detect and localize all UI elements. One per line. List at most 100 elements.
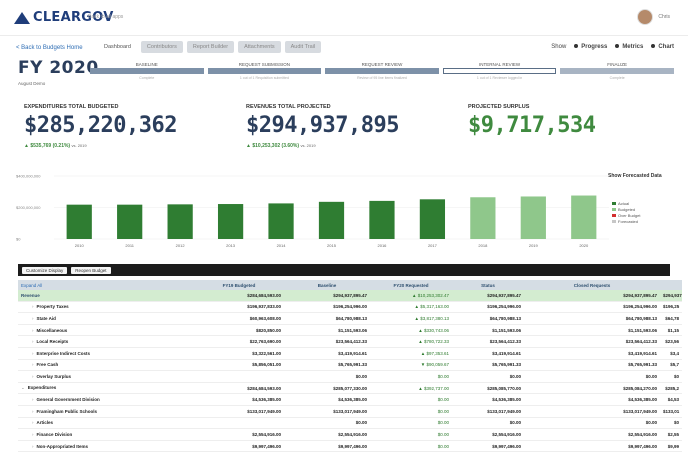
table-row[interactable]: Free Cash $5,856,051.00 $5,765,991.33 ▼ $90… (18, 360, 682, 372)
show-metrics-toggle[interactable]: Metrics (615, 44, 643, 50)
cell-fy20-requested: $294,937,895.47 (487, 292, 521, 298)
table-row[interactable]: Overlay Surplus $0.00 $0.00 $0.00 $0.00 $0 (18, 371, 682, 383)
table-row[interactable]: Framingham Public Schools $133,017,949.00… (18, 406, 682, 418)
cell-fy19-budgeted: $284,684,593.00 (247, 292, 281, 298)
bar-2014[interactable] (268, 203, 294, 239)
kpi-expenditures-delta: ▲ $535,769 (0.21%) vs. 2019 (24, 143, 87, 149)
bar-2019[interactable] (520, 196, 546, 239)
x-tick-label: 2015 (327, 243, 337, 248)
cell-baseline-change: ▼ $90,059.67 (420, 362, 449, 368)
cell-extra: $0 (673, 373, 679, 379)
x-tick-label: 2020 (579, 243, 589, 248)
bar-2011[interactable] (117, 204, 143, 239)
cell-fy20-requested: $9,997,496.00 (492, 443, 521, 449)
cell-fy20-requested: $1,151,593.06 (492, 327, 521, 333)
bar-2012[interactable] (167, 204, 193, 239)
col-closed-requests[interactable]: Closed Requests (524, 283, 660, 288)
stage-finalize[interactable]: FINALIZE Complete (560, 62, 674, 80)
row-label: Overlay Surplus (18, 374, 194, 379)
y-tick-label: $400,000,000 (16, 174, 41, 179)
table-row[interactable]: Finance Division $2,554,916.00 $2,554,916.… (18, 429, 682, 441)
back-to-budgets-link[interactable]: < Back to Budgets Home (16, 45, 83, 51)
bar-2018[interactable] (470, 197, 496, 239)
show-chart-toggle[interactable]: Chart (651, 44, 674, 50)
cell-baseline: $196,254,996.00 (333, 304, 367, 310)
bar-2016[interactable] (369, 200, 395, 239)
cell-baseline-change: $0.00 (437, 373, 449, 379)
cell-extra: $4,53 (667, 397, 679, 403)
bar-2015[interactable] (318, 201, 345, 239)
cell-fy20-requested: $64,780,988.13 (489, 315, 521, 321)
cell-baseline: $9,997,496.00 (338, 443, 367, 449)
table-row[interactable]: Enterprise Indirect Costs $3,322,561.00 $3… (18, 348, 682, 360)
cell-extra: $5,7 (670, 362, 679, 368)
table-row[interactable]: Expenditures $284,684,593.00 $285,077,330.… (18, 383, 682, 395)
cell-fy19-budgeted: $5,856,051.00 (252, 362, 281, 368)
cell-fy19-budgeted: $60,963,608.00 (249, 315, 281, 321)
bar-2017[interactable] (419, 199, 446, 239)
back-to-apps-link[interactable]: Back to all apps (88, 14, 123, 20)
cell-closed-requests: $4,536,385.00 (628, 397, 657, 403)
cell-fy20-requested: $196,254,996.00 (487, 304, 521, 310)
cell-fy20-requested: $23,564,412.33 (489, 339, 521, 345)
cell-fy20-requested: $2,554,916.00 (492, 431, 521, 437)
x-tick-label: 2018 (478, 243, 488, 248)
tab-attachments[interactable]: Attachments (238, 41, 281, 53)
x-tick-label: 2016 (378, 243, 388, 248)
cell-baseline-change: $0.00 (437, 431, 449, 437)
stage-request-review[interactable]: REQUEST REVIEW Review of 95 line items f… (325, 62, 439, 80)
table-row[interactable]: Revenue $284,684,593.00 $294,937,895.47 ▲ $… (18, 290, 682, 302)
row-label: Property Taxes (18, 304, 194, 309)
row-label: State Aid (18, 316, 194, 321)
cell-closed-requests: $5,765,991.33 (628, 362, 657, 368)
col-fy19-budgeted[interactable]: FY19 Budgeted (194, 283, 284, 288)
table-row[interactable]: Property Taxes $196,937,833.00 $196,254,99… (18, 302, 682, 314)
kpi-surplus-value: $9,717,534 (468, 113, 596, 138)
tab-audit-trail[interactable]: Audit Trail (284, 41, 322, 53)
col-status[interactable]: Status (452, 283, 524, 288)
cell-baseline-change: ▲ $3,817,380.13 (414, 315, 449, 321)
show-options: Show Progress Metrics Chart (551, 44, 674, 50)
bar-2013[interactable] (217, 204, 244, 239)
show-label: Show (551, 44, 567, 50)
bar-2020[interactable] (571, 195, 597, 239)
y-tick-label: $200,000,000 (16, 205, 41, 210)
table-row[interactable]: Miscellaneous $820,850.00 $1,151,593.06 ▲ $… (18, 325, 682, 337)
cell-fy20-requested: $0.00 (509, 420, 521, 426)
radio-dot-icon (574, 44, 579, 48)
customize-display-button[interactable]: Customize Display (22, 266, 68, 274)
reopen-budget-button[interactable]: Reopen Budget (71, 266, 111, 274)
stage-internal-review[interactable]: INTERNAL REVIEW 1 out of 1 Reviewer logg… (442, 62, 557, 80)
table-row[interactable]: Non-Appropriated Items $9,997,496.00 $9,99… (18, 441, 682, 453)
cell-fy20-requested: $133,017,949.00 (487, 408, 521, 414)
stage-baseline[interactable]: BASELINE Complete (90, 62, 204, 80)
cell-baseline: $5,765,991.33 (338, 362, 367, 368)
stage-request-submission[interactable]: REQUEST SUBMISSION 1 out of 1 Requisitio… (207, 62, 322, 80)
tab-contributors[interactable]: Contributors (140, 41, 183, 53)
col-fy20-requested[interactable]: FY20 Requested (370, 283, 452, 288)
table-row[interactable]: General Government Division $4,536,385.00… (18, 394, 682, 406)
cell-closed-requests: $2,554,916.00 (628, 431, 657, 437)
table-row[interactable]: Local Receipts $22,763,690.00 $23,564,412.… (18, 336, 682, 348)
bar-2010[interactable] (66, 204, 92, 239)
cell-baseline: $4,536,385.00 (338, 397, 367, 403)
cell-closed-requests: $1,151,593.06 (628, 327, 657, 333)
row-label: Framingham Public Schools (18, 409, 194, 414)
col-baseline[interactable]: Baseline (284, 283, 370, 288)
top-bar: CLEARGOV Back to all apps Chris (0, 0, 688, 36)
table-row[interactable]: State Aid $60,963,608.00 $64,780,988.13 ▲ $… (18, 313, 682, 325)
x-tick-label: 2019 (529, 243, 539, 248)
expand-all-button[interactable]: Expand All (18, 283, 194, 288)
tab-dashboard[interactable]: Dashboard (98, 41, 137, 53)
cell-closed-requests: $3,419,914.61 (628, 350, 657, 356)
cell-closed-requests: $23,564,412.33 (625, 339, 657, 345)
tab-report-builder[interactable]: Report Builder (186, 41, 235, 53)
user-menu[interactable]: Chris (637, 9, 670, 25)
table-row[interactable]: Articles $0.00 $0.00 $0.00 $0.00 $0 (18, 418, 682, 430)
cell-fy20-requested: $3,419,914.61 (492, 350, 521, 356)
x-tick-label: 2011 (125, 243, 134, 248)
x-tick-label: 2010 (75, 243, 85, 248)
cell-baseline-change: $0.00 (437, 443, 449, 449)
show-progress-toggle[interactable]: Progress (574, 44, 607, 50)
cell-fy20-requested: $5,765,991.33 (492, 362, 521, 368)
